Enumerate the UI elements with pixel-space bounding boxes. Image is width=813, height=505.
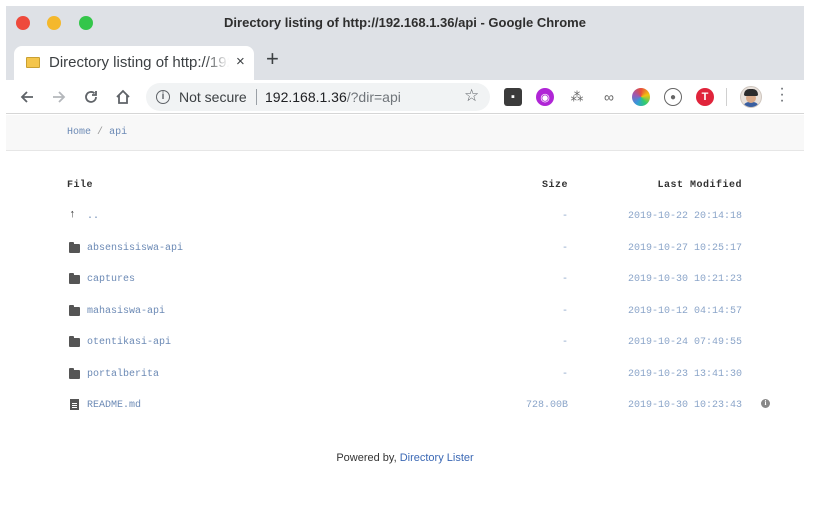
file-icon — [70, 399, 79, 410]
toolbar-divider — [726, 88, 727, 106]
url-path: /?dir=api — [346, 89, 401, 105]
file-info-icon[interactable]: i — [761, 399, 770, 408]
column-header-size[interactable]: Size — [446, 180, 568, 191]
breadcrumb-separator: / — [97, 127, 104, 138]
chrome-menu-icon[interactable]: · · · — [776, 81, 788, 109]
folder-icon — [69, 368, 80, 379]
extension-link-icon[interactable]: ∞ — [600, 88, 618, 106]
reload-button[interactable] — [78, 84, 104, 110]
file-name[interactable]: portalberita — [87, 369, 159, 380]
page-content: Home / api File Size Last Modified ↑ .. … — [6, 115, 804, 505]
breadcrumb-bar: Home / api — [6, 115, 804, 151]
file-name[interactable]: README.md — [87, 400, 141, 411]
tab-title: Directory listing of http://192.168.1.36… — [49, 54, 229, 71]
column-header-file[interactable]: File — [67, 180, 93, 191]
url-host: 192.168.1.36 — [265, 89, 347, 105]
home-icon — [116, 89, 130, 104]
level-up-icon: ↑ — [69, 209, 76, 221]
breadcrumb-home-link[interactable]: Home — [67, 127, 91, 138]
table-row[interactable]: captures - 2019-10-30 10:21:23 — [6, 273, 804, 297]
folder-icon — [69, 336, 80, 347]
info-icon[interactable]: i — [156, 90, 170, 104]
file-modified: 2019-10-12 04:14:57 — [627, 306, 742, 317]
url-text[interactable]: 192.168.1.36/?dir=api — [265, 89, 401, 105]
new-tab-button[interactable]: + — [266, 46, 279, 72]
file-name[interactable]: otentikasi-api — [87, 337, 171, 348]
file-name[interactable]: .. — [87, 211, 99, 222]
file-modified: 2019-10-30 10:21:23 — [627, 274, 742, 285]
extension-red-t-icon[interactable]: T — [696, 88, 714, 106]
footer: Powered by, Directory Lister — [6, 452, 804, 464]
table-row[interactable]: README.md 728.00B 2019-10-30 10:23:43 i — [6, 399, 804, 423]
tab-strip: Directory listing of http://192.168.1.36… — [6, 40, 804, 80]
forward-button[interactable] — [46, 84, 72, 110]
breadcrumb: Home / api — [67, 127, 127, 138]
tab-close-icon[interactable]: × — [236, 53, 245, 70]
folder-icon — [69, 242, 80, 253]
file-modified: 2019-10-22 20:14:18 — [627, 211, 742, 222]
title-bar: Directory listing of http://192.168.1.36… — [6, 6, 804, 40]
file-modified: 2019-10-27 10:25:17 — [627, 243, 742, 254]
file-size: - — [561, 337, 568, 348]
extension-briefcase-icon[interactable]: ▪ — [504, 88, 522, 106]
window-title: Directory listing of http://192.168.1.36… — [224, 15, 586, 30]
directory-lister-link[interactable]: Directory Lister — [400, 452, 474, 464]
file-size: - — [561, 211, 568, 222]
back-button[interactable] — [14, 84, 40, 110]
extension-purple-icon[interactable]: ◉ — [536, 88, 554, 106]
extension-tree-icon[interactable]: ⁂ — [568, 88, 586, 106]
file-modified: 2019-10-30 10:23:43 — [627, 400, 742, 411]
omnibox-divider — [256, 89, 257, 105]
file-modified: 2019-10-24 07:49:55 — [627, 337, 742, 348]
file-modified: 2019-10-23 13:41:30 — [627, 369, 742, 380]
extension-color-picker-icon[interactable] — [632, 88, 650, 106]
table-row[interactable]: portalberita - 2019-10-23 13:41:30 — [6, 368, 804, 392]
file-size: - — [561, 243, 568, 254]
profile-avatar[interactable] — [740, 86, 762, 108]
table-row[interactable]: absensisiswa-api - 2019-10-27 10:25:17 — [6, 242, 804, 266]
address-bar[interactable]: i Not secure 192.168.1.36/?dir=api ☆ — [146, 83, 490, 111]
table-row[interactable]: ↑ .. - 2019-10-22 20:14:18 — [6, 209, 804, 234]
browser-toolbar: i Not secure 192.168.1.36/?dir=api ☆ ▪ ◉… — [6, 80, 804, 114]
security-label[interactable]: Not secure — [179, 89, 247, 105]
file-name[interactable]: mahasiswa-api — [87, 306, 165, 317]
active-tab[interactable]: Directory listing of http://192.168.1.36… — [14, 46, 254, 80]
table-row[interactable]: mahasiswa-api - 2019-10-12 04:14:57 — [6, 305, 804, 329]
bookmark-star-icon[interactable]: ☆ — [464, 86, 479, 106]
footer-text: Powered by, — [336, 452, 400, 464]
folder-icon — [69, 305, 80, 316]
table-row[interactable]: otentikasi-api - 2019-10-24 07:49:55 — [6, 336, 804, 360]
home-button[interactable] — [110, 84, 136, 110]
reload-icon — [85, 91, 97, 103]
breadcrumb-current[interactable]: api — [109, 127, 127, 138]
forward-arrow-icon — [53, 91, 66, 103]
avatar-hair — [744, 89, 758, 96]
file-size: - — [561, 274, 568, 285]
file-size: 728.00B — [525, 400, 568, 411]
back-arrow-icon — [20, 91, 33, 103]
file-name[interactable]: captures — [87, 274, 135, 285]
folder-favicon-icon — [26, 57, 40, 68]
file-size: - — [561, 369, 568, 380]
column-header-modified[interactable]: Last Modified — [606, 180, 742, 191]
extension-drop-icon[interactable]: ● — [664, 88, 682, 106]
file-name[interactable]: absensisiswa-api — [87, 243, 183, 254]
browser-window: Directory listing of http://192.168.1.36… — [6, 6, 804, 505]
file-size: - — [561, 306, 568, 317]
folder-icon — [69, 273, 80, 284]
